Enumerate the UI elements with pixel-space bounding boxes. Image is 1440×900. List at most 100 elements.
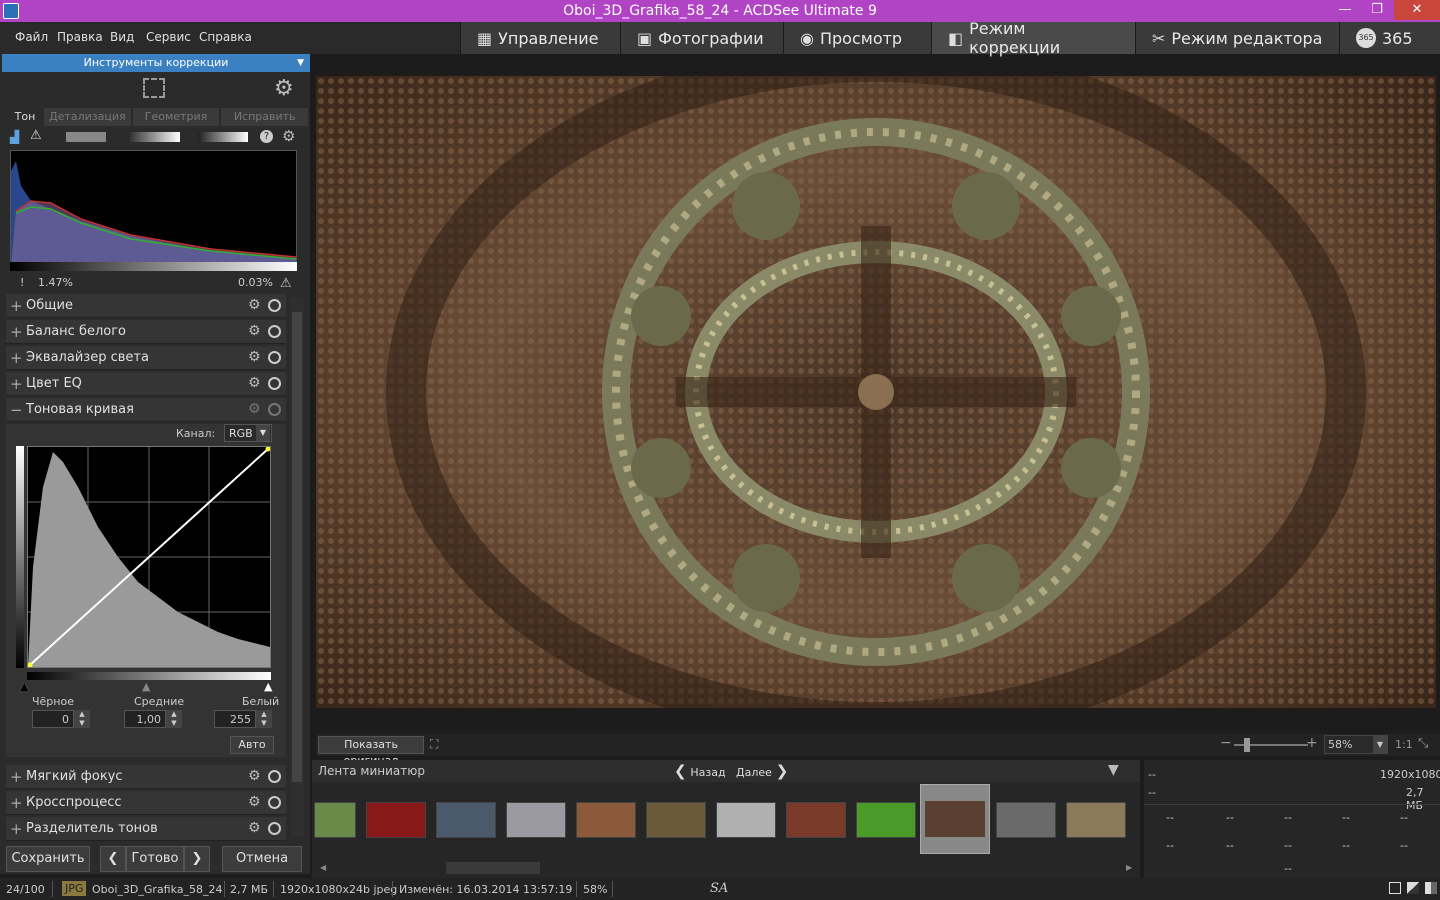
- section-tone-curve[interactable]: − Тоновая кривая ⚙: [6, 398, 286, 422]
- section-gear-icon[interactable]: ⚙: [248, 323, 261, 339]
- filmstrip-scrollbar[interactable]: [446, 862, 540, 874]
- histogram-settings-icon[interactable]: ⚙: [282, 127, 295, 145]
- auto-button[interactable]: Авто: [230, 736, 274, 754]
- section-toggle-icon[interactable]: [268, 770, 281, 783]
- section-color-eq[interactable]: + Цвет EQ ⚙: [6, 372, 286, 396]
- black-spinner-icon[interactable]: ▲ ▼: [74, 710, 90, 728]
- section-general[interactable]: + Общие ⚙: [6, 294, 286, 318]
- menu-view[interactable]: Вид: [110, 30, 134, 44]
- thumbnail[interactable]: [716, 802, 776, 838]
- next-button-film[interactable]: Далее ❯: [736, 762, 788, 780]
- show-original-button[interactable]: Показать оригинал: [318, 736, 424, 767]
- thumbnail-selected[interactable]: [925, 801, 985, 837]
- next-button[interactable]: ❯: [184, 846, 210, 872]
- menu-file[interactable]: Файл: [15, 30, 48, 44]
- warning-shadow-icon[interactable]: ⚠: [30, 128, 42, 143]
- zoom-select[interactable]: 58% ▼: [1324, 735, 1388, 754]
- thumbnail[interactable]: [786, 802, 846, 838]
- expand-plus-icon[interactable]: +: [10, 768, 23, 786]
- section-split-tone[interactable]: + Разделитель тонов ⚙: [6, 817, 286, 841]
- section-light-eq[interactable]: + Эквалайзер света ⚙: [6, 346, 286, 370]
- section-toggle-icon[interactable]: [268, 822, 281, 835]
- mid-spinner-icon[interactable]: ▲ ▼: [166, 710, 182, 728]
- thumbnail[interactable]: [576, 802, 636, 838]
- save-button[interactable]: Сохранить: [6, 846, 90, 872]
- help-icon[interactable]: ?: [260, 130, 273, 143]
- tab-geometry[interactable]: Геометрия: [132, 108, 220, 126]
- collapse-minus-icon[interactable]: −: [10, 401, 23, 419]
- menu-help[interactable]: Справка: [199, 30, 252, 44]
- section-gear-icon[interactable]: ⚙: [248, 794, 261, 810]
- expand-plus-icon[interactable]: +: [10, 820, 23, 838]
- black-point-slider-icon[interactable]: ▲: [20, 680, 28, 693]
- section-toggle-icon[interactable]: [268, 325, 281, 338]
- zoom-slider-thumb[interactable]: [1244, 738, 1250, 752]
- image-viewer[interactable]: [316, 76, 1436, 708]
- levels-slider-icon[interactable]: [66, 132, 106, 142]
- zoom-out-icon[interactable]: −: [1220, 735, 1232, 751]
- expand-plus-icon[interactable]: +: [10, 349, 23, 367]
- section-toggle-icon[interactable]: [268, 403, 281, 416]
- mode-manage[interactable]: ▦ Управление: [460, 22, 620, 54]
- white-value-input[interactable]: 255: [214, 710, 256, 728]
- channel-select[interactable]: RGB ▼: [224, 424, 272, 442]
- histogram-icon[interactable]: ▟: [10, 130, 19, 144]
- thumbnail[interactable]: [856, 802, 916, 838]
- thumbnail[interactable]: [436, 802, 496, 838]
- thumbnail[interactable]: [996, 802, 1056, 838]
- section-soft-focus[interactable]: + Мягкий фокус ⚙: [6, 765, 286, 789]
- panel-scrollbar[interactable]: [290, 298, 304, 836]
- scrollbar-thumb[interactable]: [292, 312, 302, 782]
- panel-menu-arrow-icon[interactable]: ▼: [297, 54, 304, 72]
- mode-view[interactable]: ◉ Просмотр: [783, 22, 931, 54]
- expand-plus-icon[interactable]: +: [10, 323, 23, 341]
- midtone-slider-icon[interactable]: ▲: [142, 680, 150, 693]
- section-toggle-icon[interactable]: [268, 377, 281, 390]
- thumbnail[interactable]: [506, 802, 566, 838]
- section-cross-process[interactable]: + Кросспроцесс ⚙: [6, 791, 286, 815]
- fullscreen-toggle-icon[interactable]: [1389, 882, 1401, 894]
- white-spinner-icon[interactable]: ▲ ▼: [256, 710, 272, 728]
- compare-icon[interactable]: [1407, 882, 1419, 894]
- mode-365[interactable]: 365 365: [1339, 22, 1440, 54]
- scroll-right-icon[interactable]: ▶: [1126, 863, 1132, 872]
- tab-detail[interactable]: Детализация: [44, 108, 131, 126]
- zoom-in-icon[interactable]: +: [1306, 735, 1318, 751]
- section-gear-icon[interactable]: ⚙: [248, 349, 261, 365]
- cancel-button[interactable]: Отмена: [222, 846, 302, 872]
- expand-plus-icon[interactable]: +: [10, 297, 23, 315]
- menu-tools[interactable]: Сервис: [146, 30, 191, 44]
- thumbnail[interactable]: [1066, 802, 1126, 838]
- previous-button[interactable]: ❮: [100, 846, 126, 872]
- section-white-balance[interactable]: + Баланс белого ⚙: [6, 320, 286, 344]
- section-gear-icon[interactable]: ⚙: [248, 375, 261, 391]
- thumbnail-selected-frame[interactable]: [920, 784, 990, 854]
- mode-edit[interactable]: ✂ Режим редактора: [1135, 22, 1339, 54]
- black-value-input[interactable]: 0: [32, 710, 74, 728]
- expand-plus-icon[interactable]: +: [10, 375, 23, 393]
- menu-edit[interactable]: Правка: [57, 30, 103, 44]
- clip-highlight-warning-icon[interactable]: ⚠: [280, 276, 292, 291]
- back-button[interactable]: ❮ Назад: [674, 762, 726, 780]
- actual-size-button[interactable]: 1:1: [1395, 738, 1413, 751]
- section-toggle-icon[interactable]: [268, 796, 281, 809]
- expand-plus-icon[interactable]: +: [10, 794, 23, 812]
- settings-gear-icon[interactable]: ⚙: [274, 76, 294, 101]
- tone-curve-graph[interactable]: [27, 446, 271, 668]
- section-gear-icon[interactable]: ⚙: [248, 401, 261, 417]
- thumbnail[interactable]: [366, 802, 426, 838]
- tab-tone[interactable]: Тон: [8, 108, 42, 126]
- minimize-button[interactable]: —: [1330, 0, 1360, 20]
- tab-repair[interactable]: Исправить: [221, 108, 309, 126]
- scroll-left-icon[interactable]: ◀: [320, 863, 326, 872]
- thumbnail[interactable]: [646, 802, 706, 838]
- filmstrip-collapse-icon[interactable]: ▼: [1108, 762, 1119, 778]
- section-gear-icon[interactable]: ⚙: [248, 820, 261, 836]
- mode-develop[interactable]: ◧ Режим коррекции: [931, 19, 1135, 57]
- section-gear-icon[interactable]: ⚙: [248, 768, 261, 784]
- done-button[interactable]: Готово: [126, 846, 184, 872]
- mid-value-input[interactable]: 1,00: [124, 710, 166, 728]
- crop-focus-icon[interactable]: [143, 78, 165, 98]
- section-gear-icon[interactable]: ⚙: [248, 297, 261, 313]
- thumbnail[interactable]: [314, 802, 356, 838]
